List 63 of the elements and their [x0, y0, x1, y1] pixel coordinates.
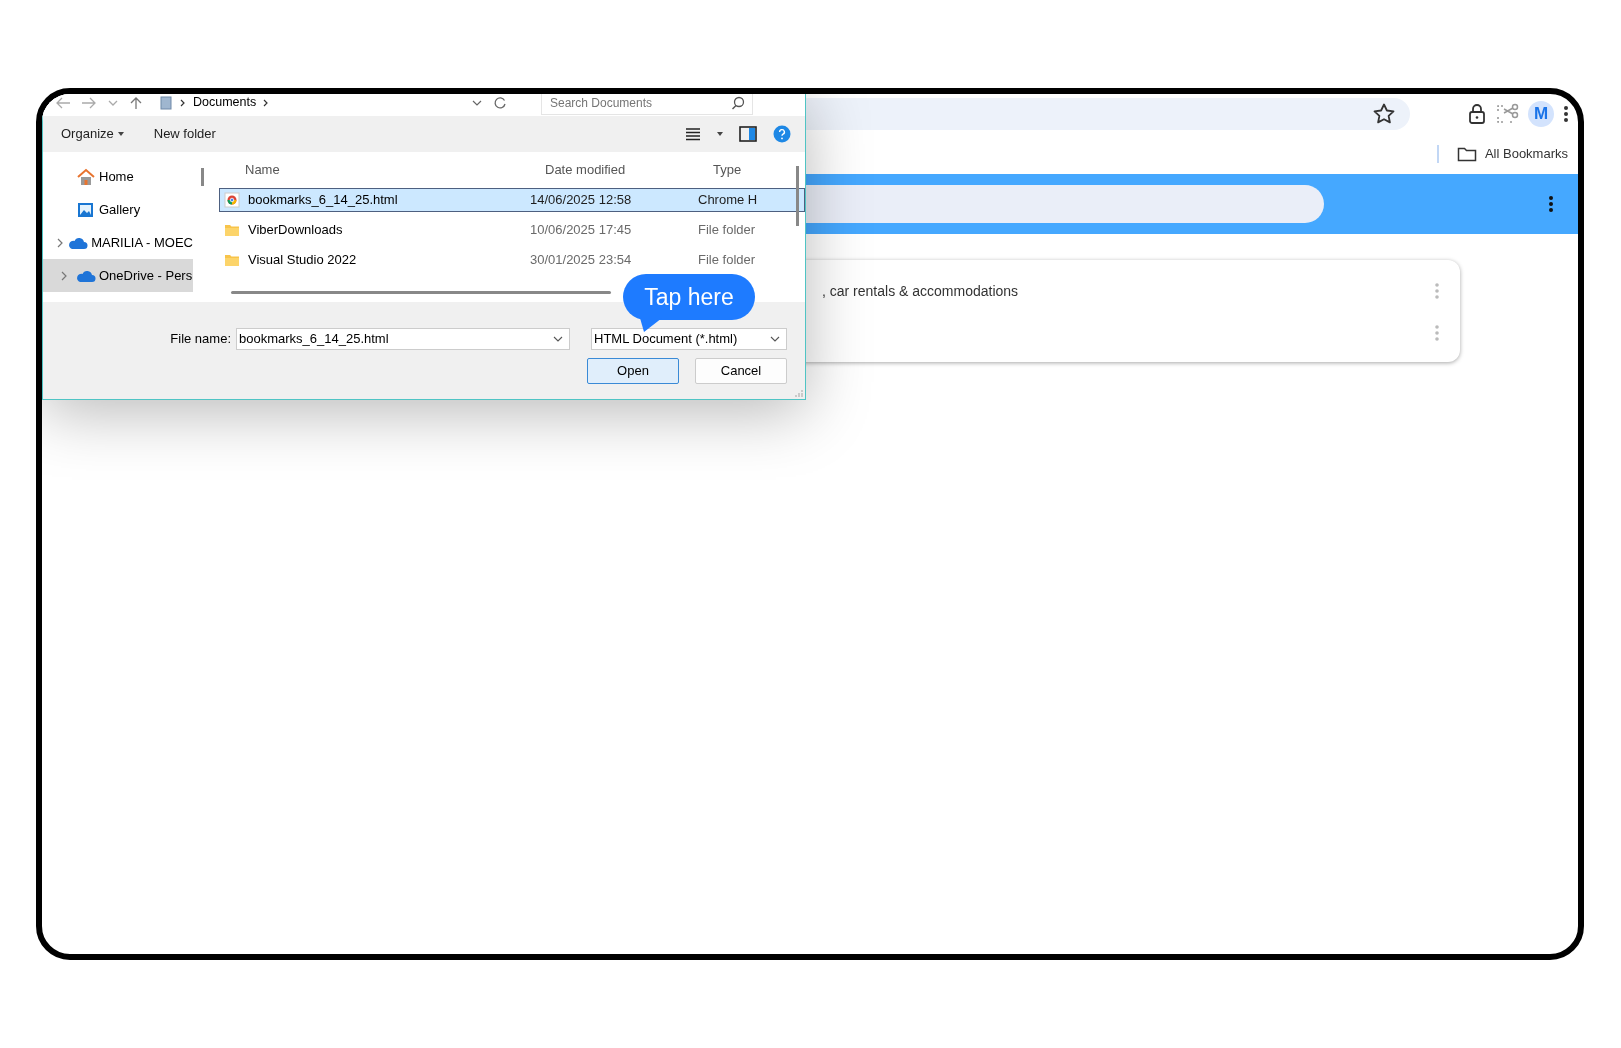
- file-type: File folder: [697, 251, 757, 270]
- caret-icon: [117, 132, 124, 136]
- search-icon[interactable]: [731, 95, 745, 110]
- file-type: Chrome H: [697, 191, 758, 210]
- file-name-field[interactable]: bookmarks_6_14_25.html: [236, 328, 570, 350]
- nav-item[interactable]: Gallery: [43, 193, 193, 226]
- file-name: bookmarks_6_14_25.html: [248, 191, 398, 210]
- home-icon: [76, 167, 96, 186]
- back-arrow-icon[interactable]: [55, 95, 71, 110]
- new-folder-button[interactable]: New folder: [153, 122, 216, 146]
- file-type: File folder: [697, 221, 757, 240]
- chevron-right-icon[interactable]: [56, 237, 65, 248]
- html-file-icon: [224, 192, 240, 208]
- preview-pane-icon[interactable]: [739, 126, 757, 142]
- chevron-down-icon: [770, 335, 780, 343]
- address-field[interactable]: Documents: [153, 94, 483, 115]
- nav-item[interactable]: Home: [43, 160, 193, 193]
- bookmarks-folder[interactable]: All Bookmarks: [1456, 144, 1568, 164]
- file-date: 10/06/2025 17:45: [529, 221, 633, 240]
- column-header[interactable]: Name: [219, 160, 519, 180]
- file-type-dropdown[interactable]: HTML Document (*.html): [591, 328, 787, 350]
- file-row[interactable]: Visual Studio 2022 30/01/2025 23:54 File folder: [219, 248, 805, 272]
- file-name-label: File name:: [170, 330, 231, 349]
- folder-icon: [224, 222, 240, 238]
- nav-item[interactable]: OneDrive - Pers: [43, 259, 193, 292]
- horizontal-scrollbar[interactable]: [231, 291, 611, 294]
- star-icon[interactable]: [1372, 102, 1396, 126]
- up-arrow-icon[interactable]: [129, 95, 143, 110]
- tooltip-bubble: Tap here: [623, 274, 755, 320]
- chevron-down-icon: [553, 335, 563, 343]
- more-icon[interactable]: [1562, 104, 1570, 124]
- vertical-scrollbar[interactable]: [796, 166, 799, 226]
- file-name: ViberDownloads: [248, 221, 343, 240]
- help-icon[interactable]: [773, 125, 791, 143]
- nav-item[interactable]: MARILIA - MOEC: [43, 226, 193, 259]
- list-view-icon[interactable]: [685, 127, 701, 141]
- scissors-icon[interactable]: [1496, 103, 1520, 125]
- resize-grip-icon: [795, 389, 803, 397]
- refresh-icon[interactable]: [493, 95, 507, 110]
- caret-icon[interactable]: [717, 132, 723, 136]
- scrollbar-thumb[interactable]: [200, 168, 204, 186]
- open-button[interactable]: Open: [587, 358, 679, 384]
- lock-icon[interactable]: [1466, 103, 1488, 125]
- file-date: 30/01/2025 23:54: [529, 251, 633, 270]
- file-date: 14/06/2025 12:58: [529, 191, 633, 210]
- search-field[interactable]: Search Documents: [541, 94, 753, 115]
- document-icon: [159, 95, 173, 110]
- bookmark-title[interactable]: , car rentals & accommodations: [822, 280, 1019, 302]
- file-row[interactable]: ViberDownloads 10/06/2025 17:45 File folder: [219, 218, 805, 242]
- chevron-right-icon: [179, 97, 187, 108]
- column-header[interactable]: Type: [687, 160, 757, 180]
- folder-icon: [224, 252, 240, 268]
- organize-menu[interactable]: Organize: [61, 122, 124, 146]
- chevron-right-icon[interactable]: [60, 270, 68, 281]
- breadcrumb[interactable]: Documents: [193, 94, 257, 112]
- forward-arrow-icon[interactable]: [81, 95, 97, 110]
- file-row[interactable]: bookmarks_6_14_25.html 14/06/2025 12:58 Chrome H: [219, 188, 805, 212]
- file-name: Visual Studio 2022: [248, 251, 357, 270]
- more-icon[interactable]: [1548, 195, 1554, 213]
- image-icon: [76, 200, 96, 219]
- column-header[interactable]: Date modified: [519, 160, 687, 180]
- folder-icon: [1456, 146, 1477, 162]
- cancel-button[interactable]: Cancel: [695, 358, 787, 384]
